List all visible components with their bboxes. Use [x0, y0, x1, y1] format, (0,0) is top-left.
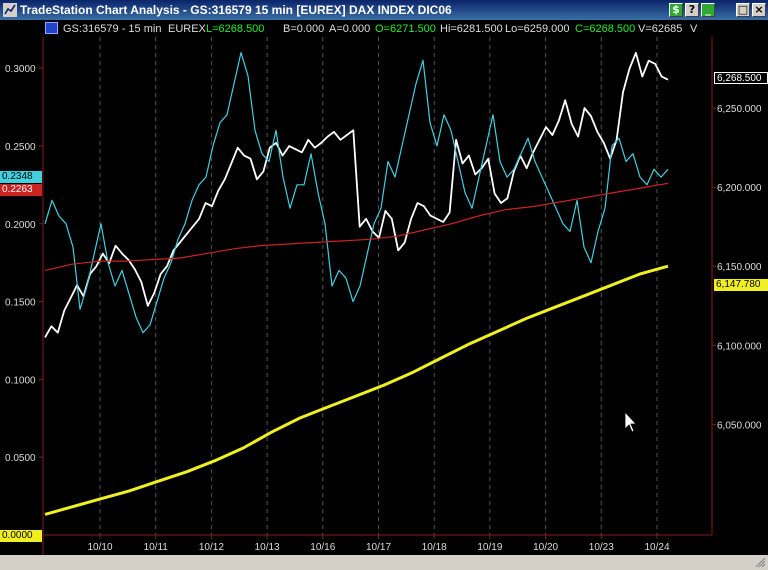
x-tick-label: 10/20: [533, 542, 558, 553]
plot-area: [44, 51, 669, 516]
status-line: GS:316579 - 15 min EUREX L=6268.500 B=0.…: [0, 20, 768, 37]
dollar-icon[interactable]: $: [669, 3, 683, 17]
status-icon[interactable]: [45, 22, 58, 34]
yellow-average-line: [44, 264, 669, 516]
x-tick-label: 10/17: [366, 542, 391, 553]
status-open: O=6271.500: [375, 23, 436, 35]
status-volume: V=62685: [638, 23, 683, 35]
window-title: TradeStation Chart Analysis - GS:316579 …: [20, 3, 452, 17]
close-button[interactable]: ×: [752, 3, 766, 17]
left-tick-label: 0.1500: [5, 298, 36, 309]
left-tick-label: 0.3000: [5, 64, 36, 75]
status-bar: [0, 555, 768, 570]
price-chart[interactable]: 0.3000 0.2500 0.2000 0.1500 0.1000 0.0500 6,2…: [0, 37, 768, 555]
resize-grip-icon[interactable]: [755, 557, 766, 568]
oscillator-line: [44, 51, 669, 334]
right-tick-label: 6,100.000: [717, 341, 762, 352]
x-tick-label: 10/24: [644, 542, 669, 553]
status-symbol: GS:316579 - 15 min: [63, 23, 162, 35]
status-last: L=6268.500: [206, 23, 265, 35]
left-value-flag-cyan: 0.2348: [0, 171, 42, 183]
title-bar[interactable]: TradeStation Chart Analysis - GS:316579 …: [0, 0, 768, 20]
red-average-line: [44, 182, 669, 271]
left-tick-label: 0.2000: [5, 220, 36, 231]
right-average-flag: 6,147.780: [714, 279, 768, 291]
x-tick-label: 10/11: [144, 542, 169, 553]
status-close: C=6268.500: [575, 23, 636, 35]
status-trailing: V: [690, 23, 698, 35]
left-tick-label: 0.0500: [5, 453, 36, 464]
maximize-button[interactable]: □: [736, 3, 750, 17]
right-tick-label: 6,150.000: [717, 262, 762, 273]
right-price-flag: 6,268.500: [714, 72, 768, 84]
status-bid: B=0.000: [283, 23, 325, 35]
help-button[interactable]: ?: [685, 3, 699, 17]
right-tick-label: 6,250.000: [717, 104, 762, 115]
app-icon: [3, 3, 17, 17]
x-tick-label: 10/23: [589, 542, 614, 553]
x-tick-label: 10/10: [87, 542, 112, 553]
chart-grid: [99, 37, 658, 535]
left-tick-label: 0.1000: [5, 375, 36, 386]
x-tick-label: 10/16: [310, 542, 335, 553]
x-tick-label: 10/13: [255, 542, 280, 553]
x-tick-label: 10/18: [422, 542, 447, 553]
left-value-flag-zero: 0.0000: [0, 530, 42, 542]
status-low: Lo=6259.000: [505, 23, 570, 35]
x-tick-label: 10/19: [477, 542, 502, 553]
left-value-flag-red: 0.2263: [0, 184, 42, 196]
status-ask: A=0.000: [329, 23, 371, 35]
status-exchange: EUREX: [168, 23, 206, 35]
left-axis: 0.3000 0.2500 0.2000 0.1500 0.1000 0.0500: [5, 37, 44, 555]
x-axis: 10/10 10/11 10/12 10/13 10/16 10/17 10/18 10/19…: [43, 534, 712, 553]
left-tick-label: 0.2500: [5, 142, 36, 153]
mouse-cursor-icon: [624, 410, 637, 433]
chart-window: TradeStation Chart Analysis - GS:316579 …: [0, 0, 768, 570]
minimize-button[interactable]: _: [701, 3, 715, 17]
x-tick-label: 10/12: [199, 542, 224, 553]
right-tick-label: 6,200.000: [717, 183, 762, 194]
right-tick-label: 6,050.000: [717, 420, 762, 431]
status-high: Hi=6281.500: [440, 23, 503, 35]
